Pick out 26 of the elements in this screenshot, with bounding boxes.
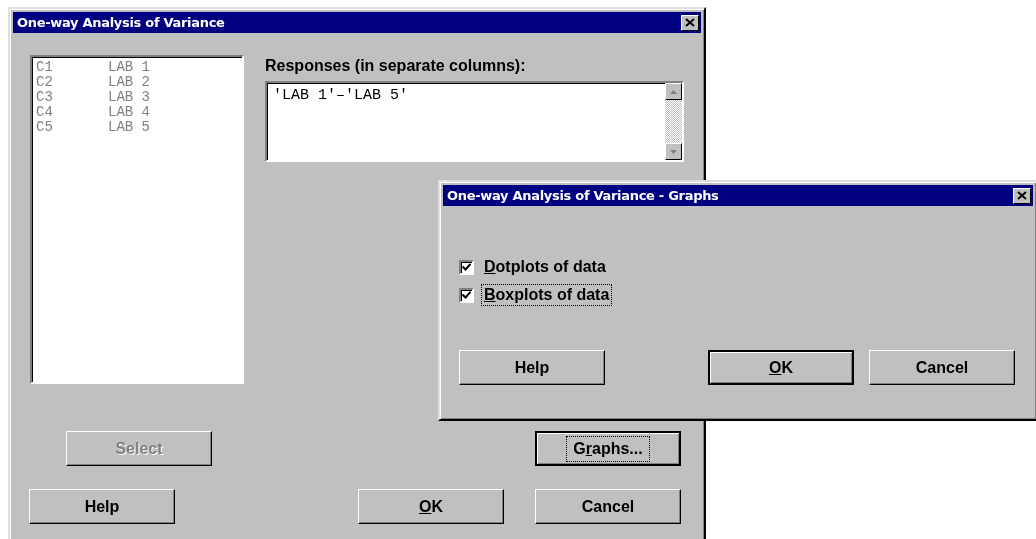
responses-field[interactable]: 'LAB 1'–'LAB 5' — [265, 81, 684, 162]
checkbox-label[interactable]: Dotplots of data — [481, 256, 609, 278]
checkbox-label[interactable]: Boxplots of data — [481, 284, 613, 306]
close-icon — [685, 18, 695, 27]
check-icon — [462, 263, 471, 271]
scroll-up-button[interactable] — [665, 83, 682, 100]
close-button[interactable] — [681, 14, 699, 31]
scrollbar[interactable] — [665, 83, 682, 160]
window-title: One-way Analysis of Variance - Graphs — [447, 188, 719, 203]
cancel-button[interactable]: Cancel — [535, 489, 681, 524]
cancel-button[interactable]: Cancel — [869, 350, 1015, 385]
checkbox[interactable] — [459, 287, 474, 303]
help-button[interactable]: Help — [29, 489, 175, 524]
up-arrow-icon — [670, 89, 677, 94]
graphs-button[interactable]: Graphs... — [535, 431, 681, 466]
ok-button[interactable]: OK — [708, 350, 854, 385]
checkbox[interactable] — [459, 259, 474, 275]
down-arrow-icon — [670, 149, 677, 154]
ok-button[interactable]: OK — [358, 489, 504, 524]
check-icon — [462, 291, 471, 299]
help-button[interactable]: Help — [459, 350, 605, 385]
responses-label: Responses (in separate columns): — [265, 57, 527, 75]
close-icon — [1017, 191, 1027, 200]
close-button[interactable] — [1013, 187, 1031, 204]
scroll-down-button[interactable] — [665, 143, 682, 160]
window-title: One-way Analysis of Variance — [17, 15, 225, 30]
